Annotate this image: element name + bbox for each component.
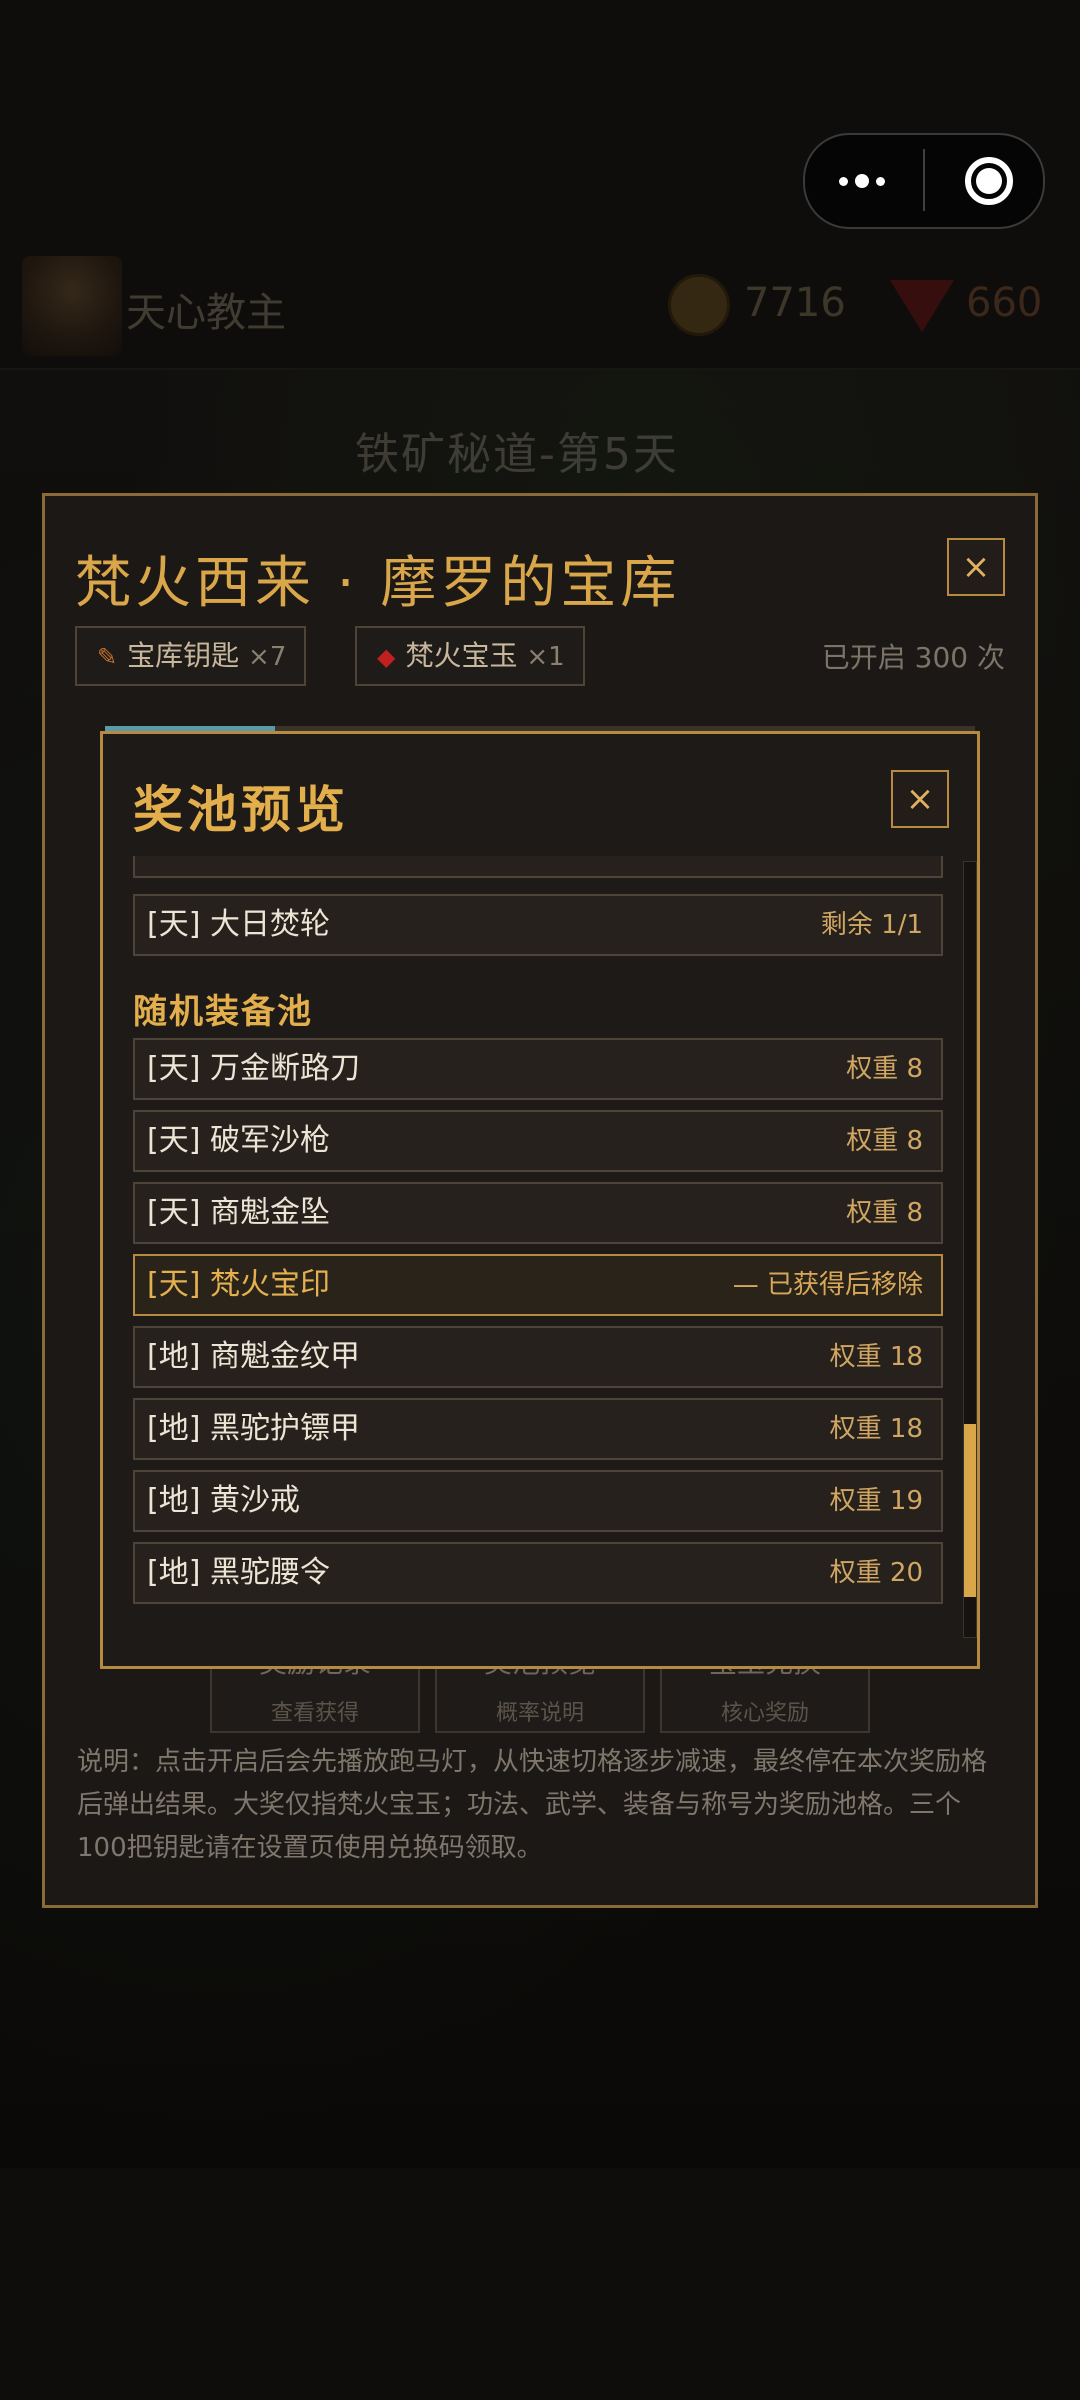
treasury-description: 说明：点击开启后会先播放跑马灯，从快速切格逐步减速，最终停在本次奖励格后弹出结果…	[77, 1747, 988, 1863]
list-item: [天] 万金断路刀 权重 8	[133, 1038, 943, 1100]
opened-count: 已开启 300 次	[821, 641, 1005, 674]
scrollbar-thumb[interactable]	[964, 1424, 976, 1597]
target-close-icon[interactable]	[955, 135, 1035, 227]
list-item: [天] 破军沙枪 权重 8	[133, 1110, 943, 1172]
pool-list[interactable]: [天] 大日焚轮 剩余 1/1 随机装备池 [天] 万金断路刀 权重 8 [天]…	[133, 856, 943, 1636]
treasury-title: 梵火西来 · 摩罗的宝库	[75, 551, 681, 616]
list-item: [天] 大日焚轮 剩余 1/1	[133, 894, 943, 956]
jade-chip: ◆ 梵火宝玉 ×1	[355, 626, 585, 686]
treasury-close-button[interactable]: ×	[947, 538, 1005, 596]
key-icon: ✎	[97, 643, 118, 671]
list-item: [地] 商魁金纹甲 权重 18	[133, 1326, 943, 1388]
gem-icon: ◆	[377, 643, 396, 671]
list-item-obtained: [天] 梵火宝印 — 已获得后移除	[133, 1254, 943, 1316]
capsule-divider	[923, 149, 925, 211]
section-title: 随机装备池	[133, 992, 313, 1032]
list-item: [地] 黑驼护镖甲 权重 18	[133, 1398, 943, 1460]
pool-preview-modal: 奖池预览 × [天] 大日焚轮 剩余 1/1 随机装备池 [天] 万金断路刀 权…	[100, 731, 980, 1669]
pool-preview-close-button[interactable]: ×	[891, 770, 949, 828]
pool-preview-title: 奖池预览	[133, 781, 349, 839]
keys-chip: ✎ 宝库钥匙 ×7	[75, 626, 307, 686]
list-item: [地] 黄沙戒 权重 19	[133, 1470, 943, 1532]
list-item: [地] 黑驼腰令 权重 20	[133, 1542, 943, 1604]
more-dots-icon[interactable]	[825, 135, 915, 227]
list-item: [天] 商魁金坠 权重 8	[133, 1182, 943, 1244]
list-item	[133, 856, 943, 878]
capsule-menu	[803, 133, 1045, 229]
